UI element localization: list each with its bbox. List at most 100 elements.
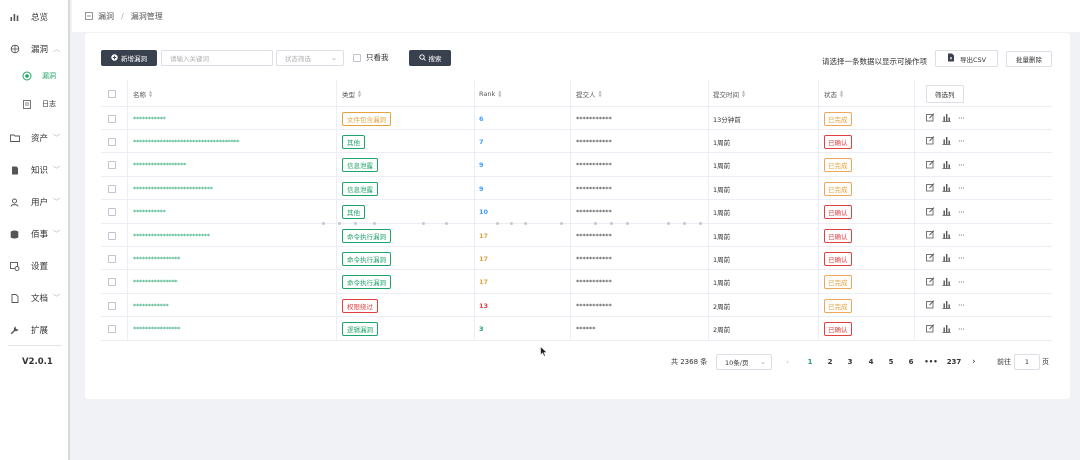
vuln-name-link[interactable]: *************** — [133, 271, 178, 294]
edit-icon[interactable] — [926, 113, 935, 124]
more-icon[interactable]: ··· — [958, 231, 965, 240]
vuln-name-link[interactable]: **************** — [133, 318, 181, 341]
row-checkbox[interactable] — [108, 154, 116, 177]
edit-icon[interactable] — [926, 136, 935, 147]
header-time[interactable]: 提交时间 ▲ ▼ — [713, 80, 745, 107]
header-rank[interactable]: Rank ▲ ▼ — [479, 80, 501, 107]
vuln-name-link[interactable]: *********** — [133, 201, 166, 224]
stats-chart-icon[interactable] — [942, 160, 951, 171]
edit-icon[interactable] — [926, 323, 935, 335]
vuln-name-link[interactable]: ************************************ — [133, 130, 240, 153]
sidebar-item-5[interactable]: 知识 ﹀ — [0, 162, 70, 178]
page-number[interactable]: 1 — [803, 354, 817, 370]
vuln-name-link[interactable]: ************ — [133, 294, 169, 317]
row-checkbox[interactable] — [108, 247, 116, 270]
sidebar-item-8[interactable]: 设置 — [0, 258, 70, 274]
more-icon[interactable]: ··· — [958, 137, 965, 146]
header-type[interactable]: 类型 ▲ ▼ — [342, 80, 361, 107]
sidebar-item-10[interactable]: 扩展 — [0, 322, 70, 338]
select-all-checkbox[interactable] — [108, 80, 116, 107]
stats-chart-icon[interactable] — [942, 324, 951, 335]
sidebar-item-1[interactable]: 漏洞 ︿ — [0, 41, 70, 57]
column-filter-button[interactable]: 筛选列 — [926, 84, 964, 103]
table-row[interactable]: *************************** 信息泄露 9 *****… — [101, 177, 1052, 201]
row-checkbox[interactable] — [108, 224, 116, 247]
more-icon[interactable]: ··· — [958, 161, 965, 170]
sidebar-item-6[interactable]: 用户 ﹀ — [0, 194, 70, 210]
export-csv-button[interactable]: 导出CSV — [935, 50, 998, 67]
sidebar-item-0[interactable]: 总览 — [0, 9, 70, 25]
more-icon[interactable]: ··· — [958, 184, 965, 193]
more-icon[interactable]: ··· — [958, 278, 965, 287]
stats-chart-icon[interactable] — [942, 230, 951, 241]
sort-icon[interactable]: ▲ ▼ — [742, 89, 745, 98]
row-checkbox[interactable] — [108, 107, 116, 130]
edit-icon[interactable] — [926, 277, 935, 288]
stats-chart-icon[interactable] — [942, 300, 951, 311]
vuln-name-link[interactable]: ************************** — [133, 224, 210, 247]
vuln-name-link[interactable]: *************************** — [133, 177, 213, 200]
edit-icon[interactable] — [926, 253, 935, 264]
more-icon[interactable]: ··· — [958, 254, 965, 263]
sidebar-item-4[interactable]: 资产 ﹀ — [0, 130, 70, 146]
prev-page-icon[interactable]: ‹ — [786, 354, 789, 370]
stats-chart-icon[interactable] — [942, 113, 951, 124]
sidebar-item-9[interactable]: 文档 ﹀ — [0, 290, 70, 306]
table-row[interactable]: ************************************ 其他 … — [101, 130, 1052, 154]
only-mine-checkbox[interactable]: 只看我 — [353, 52, 389, 63]
sidebar-item-2[interactable]: 漏洞 — [0, 68, 70, 84]
table-row[interactable]: **************** 命令执行漏洞 17 *********** 1… — [101, 247, 1052, 271]
row-checkbox[interactable] — [108, 294, 116, 317]
header-name[interactable]: 名称 ▲ ▼ — [133, 80, 152, 107]
row-checkbox[interactable] — [108, 201, 116, 224]
sort-icon[interactable]: ▲ ▼ — [358, 89, 361, 98]
status-select[interactable]: 状态筛选 ⌄ — [276, 50, 344, 66]
sort-icon[interactable]: ▲ ▼ — [498, 89, 501, 98]
stats-chart-icon[interactable] — [942, 253, 951, 264]
edit-icon[interactable] — [926, 230, 935, 241]
more-icon[interactable]: ··· — [958, 301, 965, 310]
page-number[interactable]: 237 — [945, 354, 963, 370]
row-checkbox[interactable] — [108, 177, 116, 200]
page-ellipsis[interactable]: ••• — [924, 354, 938, 370]
sort-icon[interactable]: ▲ ▼ — [599, 89, 602, 98]
sidebar-item-3[interactable]: 日志 — [0, 96, 70, 112]
table-row[interactable]: *********** 其他 10 *********** 1周前 已确认 ··… — [101, 201, 1052, 224]
page-number[interactable]: 3 — [843, 354, 857, 370]
vuln-name-link[interactable]: ****************** — [133, 154, 186, 177]
row-checkbox[interactable] — [108, 318, 116, 341]
edit-icon[interactable] — [926, 183, 935, 194]
header-submitter[interactable]: 提交人 ▲ ▼ — [576, 80, 602, 107]
breadcrumb-root[interactable]: 漏洞 — [98, 11, 114, 22]
stats-chart-icon[interactable] — [942, 136, 951, 147]
edit-icon[interactable] — [926, 160, 935, 171]
batch-delete-button[interactable]: 批量删除 — [1006, 51, 1052, 67]
stats-chart-icon[interactable] — [942, 207, 951, 218]
table-row[interactable]: ************ 权限绕过 13 *********** 2周前 已完成… — [101, 294, 1052, 318]
sort-icon[interactable]: ▲ ▼ — [149, 89, 152, 98]
row-checkbox[interactable] — [108, 271, 116, 294]
goto-page-input[interactable]: 1 — [1014, 354, 1040, 370]
row-checkbox[interactable] — [108, 130, 116, 153]
stats-chart-icon[interactable] — [942, 183, 951, 194]
table-row[interactable]: ************************** 命令执行漏洞 17 ***… — [101, 224, 1052, 247]
page-number[interactable]: 2 — [823, 354, 837, 370]
next-page-icon[interactable]: › — [972, 354, 976, 370]
edit-icon[interactable] — [926, 300, 935, 311]
edit-icon[interactable] — [926, 206, 935, 218]
table-row[interactable]: ****************** 信息泄露 9 *********** 1周… — [101, 154, 1052, 177]
vuln-name-link[interactable]: *********** — [133, 107, 166, 130]
page-size-select[interactable]: 10条/页 ⌄ — [716, 354, 772, 370]
new-vuln-button[interactable]: 新增漏洞 — [101, 50, 157, 66]
table-row[interactable]: **************** 逻辑漏洞 3 ****** 2周前 已确认 ·… — [101, 318, 1052, 341]
stats-chart-icon[interactable] — [942, 277, 951, 288]
table-row[interactable]: *************** 命令执行漏洞 17 *********** 1周… — [101, 271, 1052, 294]
page-number[interactable]: 5 — [884, 354, 898, 370]
header-status[interactable]: 状态 ▲ ▼ — [824, 80, 843, 107]
sort-icon[interactable]: ▲ ▼ — [840, 89, 843, 98]
checkbox-box[interactable] — [353, 53, 361, 62]
more-icon[interactable]: ··· — [958, 325, 965, 334]
search-button[interactable]: 搜索 — [409, 50, 451, 66]
page-number[interactable]: 6 — [904, 354, 918, 370]
sidebar-item-7[interactable]: 佰事 ﹀ — [0, 226, 70, 242]
